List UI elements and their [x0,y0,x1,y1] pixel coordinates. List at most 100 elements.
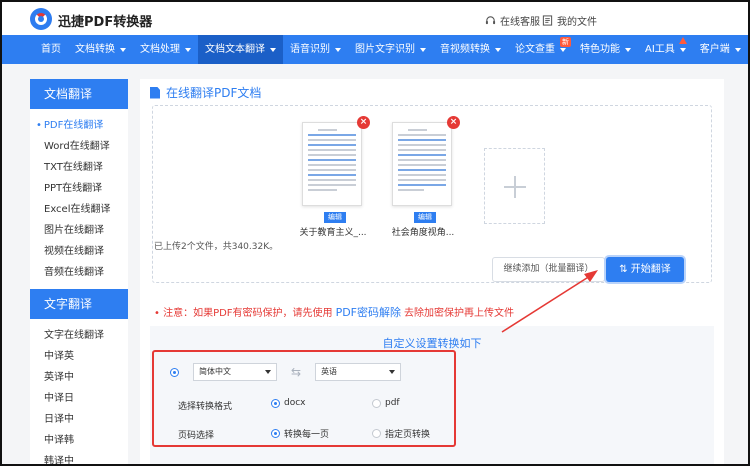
nav-item[interactable]: 论文查重新 [508,35,573,64]
radio-docx[interactable] [271,398,280,408]
radio-specific-pages[interactable] [372,429,381,438]
sidebar-item[interactable]: PPT在线翻译 [30,178,128,199]
nav-item[interactable]: 首页 [34,35,68,64]
nav-item-label: 论文查重 [515,44,555,55]
sidebar-item[interactable]: PDF在线翻译 [30,115,128,136]
my-files-label: 我的文件 [557,17,597,28]
edit-file-button[interactable]: 编辑 [414,212,436,223]
language-row: 简体中文 ⇆ 英语 [170,363,402,381]
sidebar-item[interactable]: TXT在线翻译 [30,157,128,178]
format-option-pdf[interactable]: pdf [372,398,400,408]
nav-item-label: 语音识别 [290,44,330,55]
sidebar-item[interactable]: 视频在线翻译 [30,241,128,262]
chevron-down-icon [335,47,341,52]
sidebar-list-text: 文字在线翻译 中译英 英译中 中译日 日译中 中译韩 韩译中 [30,319,128,464]
settings-panel: 自定义设置转换如下 简体中文 ⇆ 英语 选择转换格式 docx pdf 页码选择 [150,326,714,464]
format-option-pdf-label: pdf [385,398,400,408]
file-name: 社会角度视角... [391,228,455,238]
source-language-value: 简体中文 [199,367,231,376]
sidebar-item[interactable]: 日译中 [30,409,128,430]
continue-add-button[interactable]: 继续添加（批量翻译） [492,257,605,282]
source-language-select[interactable]: 简体中文 [193,363,277,381]
nav-item-label: 音视频转换 [440,44,490,55]
start-translate-button[interactable]: ⇅ 开始翻译 [606,257,684,282]
chevron-down-icon [560,47,566,52]
my-files-link[interactable]: 我的文件 [542,13,597,28]
nav-item-label: 文档转换 [75,44,115,55]
nav-item[interactable]: 图片文字识别 [348,35,433,64]
radio-pdf[interactable] [372,398,381,408]
sidebar-item[interactable]: Word在线翻译 [30,136,128,157]
document-icon [150,86,160,99]
remove-file-icon[interactable]: × [357,116,370,129]
notice-suffix: 去除加密保护再上传文件 [404,308,514,319]
swap-icon: ⇅ [619,264,631,275]
logo-icon[interactable] [30,8,52,30]
chevron-down-icon [495,47,501,52]
nav-item[interactable]: 文档转换 [68,35,133,64]
top-header: 迅捷PDF转换器 在线客服 我的文件 [2,2,748,35]
file-thumbnail [392,122,452,206]
file-list-icon [542,15,553,26]
remove-file-icon[interactable]: × [447,116,460,129]
format-option-docx-label: docx [284,398,306,408]
nav-item[interactable]: 音视频转换 [433,35,508,64]
sidebar-item[interactable]: 韩译中 [30,451,128,464]
language-radio[interactable] [170,367,179,377]
target-language-value: 英语 [321,367,338,376]
sidebar-section-doc-translate: 文档翻译 [30,79,128,109]
nav-item[interactable]: 文档处理 [133,35,198,64]
chevron-down-icon [185,47,191,52]
page-label: 页码选择 [178,431,215,441]
nav-item[interactable]: 语音识别 [283,35,348,64]
sidebar-item[interactable]: Excel在线翻译 [30,199,128,220]
sidebar-item[interactable]: 音频在线翻译 [30,262,128,283]
swap-language-icon[interactable]: ⇆ [291,365,301,379]
chevron-down-icon [420,47,426,52]
chevron-down-icon [270,47,276,52]
new-badge: 新 [560,37,571,47]
nav-item-label: 图片文字识别 [355,44,415,55]
nav-item[interactable]: 客户端 [693,35,748,64]
password-notice: • 注意：如果PDF有密码保护，请先使用 PDF密码解除 去除加密保护再上传文件 [154,304,514,320]
sidebar-item[interactable]: 英译中 [30,367,128,388]
file-name: 关于教育主义_... [299,228,367,238]
nav-item-label: AI工具 [645,44,675,55]
nav-item[interactable]: 文档文本翻译 [198,35,283,64]
page-option-specific[interactable]: 指定页转换 [372,427,430,440]
format-label: 选择转换格式 [178,402,233,412]
hot-badge-icon [678,37,687,44]
file-card[interactable]: × 编辑 关于教育主义_... [299,116,370,238]
pdf-unlock-link[interactable]: PDF密码解除 [336,306,401,319]
nav-item[interactable]: AI工具 [638,35,693,64]
sidebar-item[interactable]: 中译韩 [30,430,128,451]
brand-name[interactable]: 迅捷PDF转换器 [58,11,152,30]
main-panel: 在线翻译PDF文档 × 编辑 关于教育主义_... × 编辑 社会角度视角...… [140,79,724,464]
sidebar-item[interactable]: 文字在线翻译 [30,325,128,346]
nav-item-label: 首页 [41,44,61,55]
radio-all-pages[interactable] [271,429,280,438]
sidebar-item[interactable]: 中译英 [30,346,128,367]
page-option-all-label: 转换每一页 [284,430,330,440]
file-card[interactable]: × 编辑 社会角度视角... [392,116,460,238]
chevron-down-icon [734,47,741,52]
file-thumbnail [302,122,362,206]
nav-item[interactable]: 特色功能 [573,35,638,64]
customer-service-link[interactable]: 在线客服 [485,13,540,28]
page-option-specific-label: 指定页转换 [385,430,431,440]
chevron-down-icon [679,47,686,52]
sidebar-item[interactable]: 中译日 [30,388,128,409]
main-nav: 首页 文档转换 文档处理 文档文本翻译 语音识别 图片文字识别 音视频转换 论文查重新特色功能… [2,35,748,64]
page-title-text: 在线翻译PDF文档 [166,86,262,100]
edit-file-button[interactable]: 编辑 [324,212,346,223]
target-language-select[interactable]: 英语 [315,363,402,381]
add-file-plus-icon[interactable] [484,148,545,224]
notice-prefix: • 注意：如果PDF有密码保护，请先使用 [154,308,333,319]
format-option-docx[interactable]: docx [271,398,306,408]
window-frame: 迅捷PDF转换器 在线客服 我的文件 首页 文档转换 文档处理 文档文本翻译 语音识别图… [0,0,750,466]
sidebar-item[interactable]: 图片在线翻译 [30,220,128,241]
sidebar: 文档翻译 PDF在线翻译Word在线翻译TXT在线翻译PPT在线翻译Excel在… [30,79,128,464]
chevron-down-icon [120,47,126,52]
page-option-all[interactable]: 转换每一页 [271,427,329,440]
customer-service-label: 在线客服 [500,17,540,28]
